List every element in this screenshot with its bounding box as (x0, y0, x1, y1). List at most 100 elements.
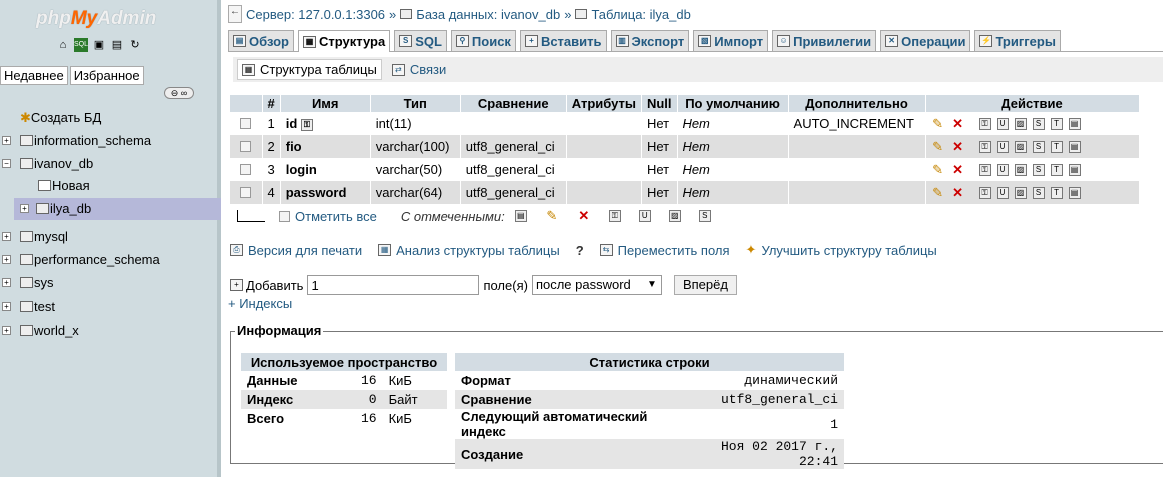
table-item-ilya-db[interactable]: + ilya_db (14, 198, 221, 220)
fulltext-icon[interactable]: T (1050, 141, 1063, 154)
check-all-link[interactable]: Отметить все (295, 209, 377, 224)
edit-icon[interactable]: ✎ (931, 163, 945, 177)
docs-icon[interactable]: ▣ (92, 38, 106, 52)
phpmyadmin-logo[interactable]: phpMyAdmin (36, 8, 156, 30)
expand-icon[interactable]: + (2, 255, 11, 264)
collapse-link-icon[interactable]: ⊖ ∞ (164, 87, 194, 99)
favorites-tab[interactable]: Избранное (69, 66, 144, 85)
analyze-structure-link[interactable]: ▦ Анализ структуры таблицы (378, 242, 560, 258)
primary-icon[interactable]: ⚿ (978, 141, 991, 154)
recent-tab[interactable]: Недавнее (0, 66, 68, 85)
row-checkbox[interactable] (240, 118, 252, 129)
subtab-relations[interactable]: ⇄ Связи (388, 60, 450, 79)
expand-icon[interactable]: + (2, 326, 11, 335)
spatial-icon[interactable]: S (1032, 118, 1045, 131)
column-name[interactable]: id (286, 116, 298, 131)
breadcrumb-server[interactable]: Сервер: 127.0.0.1:3306 (246, 7, 385, 22)
tab-search[interactable]: ⚲ Поиск (450, 30, 516, 51)
reload-icon[interactable]: ↻ (128, 38, 142, 52)
more-icon[interactable]: ▤ (1068, 164, 1081, 177)
unique-icon[interactable]: U (996, 141, 1009, 154)
edit-icon[interactable]: ✎ (931, 186, 945, 200)
cell-name[interactable]: fio (280, 135, 371, 158)
row-checkbox[interactable] (240, 187, 252, 198)
unique-icon[interactable]: U (996, 118, 1009, 131)
index-icon[interactable]: ▨ (1014, 164, 1027, 177)
db-item-test[interactable]: + test (0, 296, 221, 318)
primary-selected-icon[interactable]: ⚿ (608, 210, 621, 222)
db-item-information-schema[interactable]: + information_schema (0, 130, 221, 152)
tab-sql[interactable]: S SQL (394, 30, 447, 51)
tab-operations[interactable]: ✕ Операции (880, 30, 971, 51)
index-selected-icon[interactable]: ▨ (668, 210, 681, 222)
help-icon[interactable]: ? (576, 242, 584, 258)
more-icon[interactable]: ▤ (1068, 187, 1081, 200)
db-item-world-x[interactable]: + world_x (0, 320, 221, 342)
expand-icon[interactable]: + (2, 278, 11, 287)
drop-icon[interactable]: ✕ (951, 117, 965, 131)
index-icon[interactable]: ▨ (1014, 187, 1027, 200)
edit-icon[interactable]: ✎ (931, 140, 945, 154)
position-select[interactable]: после password ▼ (531, 275, 662, 295)
drop-icon[interactable]: ✕ (951, 163, 965, 177)
more-icon[interactable]: ▤ (1068, 118, 1081, 131)
expand-icon[interactable]: + (20, 204, 29, 213)
tab-export[interactable]: ▥ Экспорт (610, 30, 690, 51)
tab-import[interactable]: ▧ Импорт (693, 30, 769, 51)
print-view-link[interactable]: ⎙ Версия для печати (230, 242, 362, 258)
spatial-icon[interactable]: S (1032, 164, 1045, 177)
tab-structure[interactable]: ▦ Структура (298, 30, 391, 52)
primary-icon[interactable]: ⚿ (978, 187, 991, 200)
sql-query-icon[interactable]: SQL (74, 38, 88, 52)
improve-structure-link[interactable]: ✦ Улучшить структуру таблицы (746, 242, 937, 258)
expand-icon[interactable]: + (2, 302, 11, 311)
subtab-table-structure[interactable]: ▦ Структура таблицы (237, 59, 382, 80)
cell-name[interactable]: id ⚿ (280, 112, 371, 135)
drop-icon[interactable]: ✕ (951, 140, 965, 154)
drop-icon[interactable]: ✕ (951, 186, 965, 200)
create-db-item[interactable]: ✱Создать БД (0, 107, 221, 129)
index-icon[interactable]: ▨ (1014, 118, 1027, 131)
expand-icon[interactable]: + (2, 136, 11, 145)
unique-selected-icon[interactable]: U (638, 210, 651, 222)
breadcrumb-database[interactable]: База данных: ivanov_db (416, 7, 560, 22)
move-columns-link[interactable]: ⇆ Переместить поля (599, 242, 730, 258)
add-count-input[interactable] (307, 275, 480, 295)
more-icon[interactable]: ▤ (1068, 141, 1081, 154)
tab-privileges[interactable]: ☺ Привилегии (772, 30, 877, 51)
row-checkbox[interactable] (240, 141, 252, 152)
fulltext-icon[interactable]: T (1050, 164, 1063, 177)
fulltext-icon[interactable]: T (1050, 118, 1063, 131)
primary-icon[interactable]: ⚿ (978, 118, 991, 131)
edit-selected-icon[interactable]: ✎ (545, 209, 559, 223)
db-item-ivanov-db[interactable]: − ivanov_db (0, 153, 221, 175)
edit-icon[interactable]: ✎ (931, 117, 945, 131)
back-arrow-icon[interactable]: ← (228, 5, 242, 23)
cell-name[interactable]: login (280, 158, 371, 181)
fulltext-icon[interactable]: T (1050, 187, 1063, 200)
tab-triggers[interactable]: ⚡ Триггеры (974, 30, 1061, 51)
unique-icon[interactable]: U (996, 187, 1009, 200)
primary-icon[interactable]: ⚿ (978, 164, 991, 177)
unique-icon[interactable]: U (996, 164, 1009, 177)
collapse-icon[interactable]: − (2, 159, 11, 168)
spatial-icon[interactable]: S (1032, 187, 1045, 200)
go-button[interactable]: Вперёд (673, 275, 737, 295)
settings-icon[interactable]: ▤ (110, 38, 124, 52)
spatial-icon[interactable]: S (1032, 141, 1045, 154)
row-checkbox[interactable] (240, 164, 252, 175)
tab-insert[interactable]: + Вставить (519, 30, 607, 51)
tab-browse[interactable]: ▤ Обзор (228, 30, 294, 51)
db-item-sys[interactable]: + sys (0, 272, 221, 294)
new-table-item[interactable]: Новая (0, 175, 221, 197)
breadcrumb-table[interactable]: Таблица: ilya_db (591, 7, 690, 22)
drop-selected-icon[interactable]: ✕ (577, 209, 591, 223)
expand-icon[interactable]: + (2, 232, 11, 241)
cell-name[interactable]: password (280, 181, 371, 204)
spatial-selected-icon[interactable]: S (698, 210, 711, 222)
db-item-performance-schema[interactable]: + performance_schema (0, 249, 221, 271)
indexes-toggle[interactable]: + Индексы (228, 296, 292, 311)
browse-selected-icon[interactable]: ▤ (514, 210, 527, 222)
check-all-checkbox[interactable] (279, 210, 290, 222)
db-item-mysql[interactable]: + mysql (0, 226, 221, 248)
